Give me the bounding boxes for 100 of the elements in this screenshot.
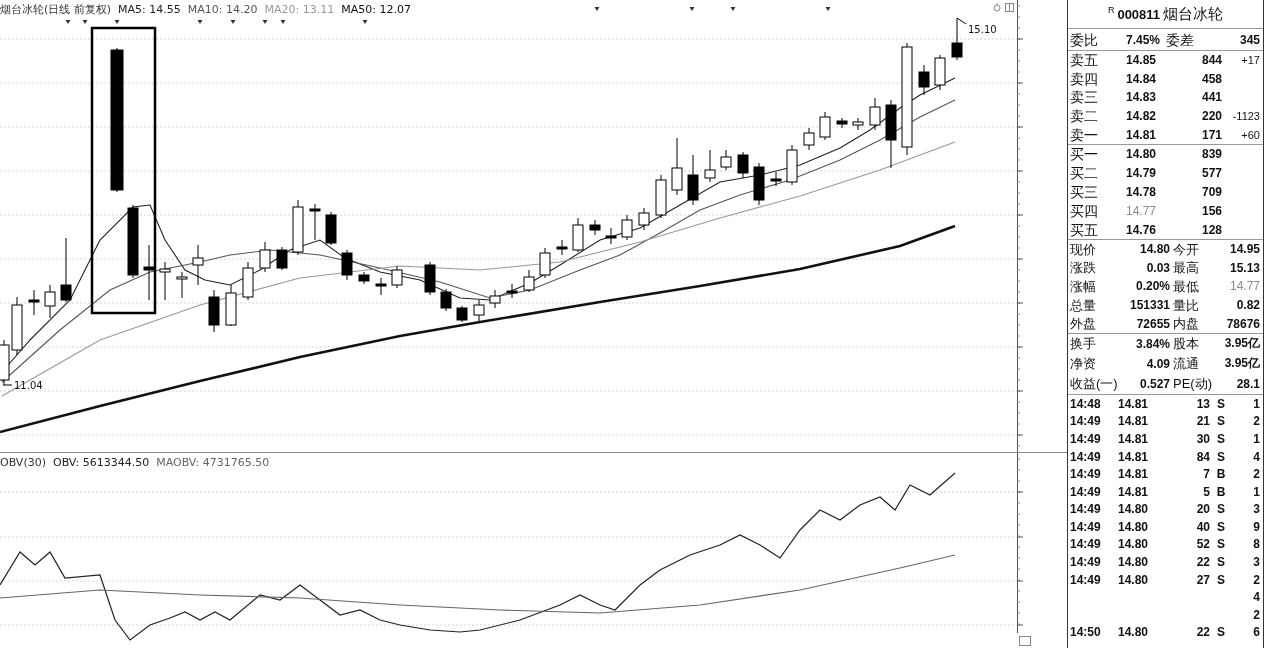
field-value: 14.77 — [1228, 279, 1260, 294]
indicator-title: OBV(30) — [0, 456, 46, 469]
field-label: 最低 — [1172, 279, 1200, 293]
trade-count: 1 — [1252, 484, 1260, 499]
trade-time: 14:49 — [1070, 431, 1102, 446]
trade-count: 3 — [1252, 555, 1260, 570]
trade-count: 4 — [1252, 590, 1260, 605]
candlestick — [589, 219, 601, 236]
candlestick — [292, 199, 304, 256]
trade-price: 14.81 — [1118, 467, 1150, 482]
candlestick — [44, 284, 56, 319]
trade-volume: 30 — [1195, 431, 1210, 446]
candlestick — [28, 289, 40, 316]
event-marker-icon — [362, 20, 368, 24]
order-volume: 171 — [1200, 127, 1222, 142]
field-value: 7.45% — [1126, 32, 1162, 47]
trade-time: 14:49 — [1070, 449, 1102, 464]
trade-side: S — [1216, 572, 1226, 587]
field-label: 涨幅 — [1070, 279, 1097, 293]
candlestick — [456, 305, 468, 323]
field-value: 72655 — [1135, 316, 1170, 331]
trade-time: 14:49 — [1070, 537, 1102, 552]
event-marker-icon — [82, 20, 88, 24]
order-price: 14.85 — [1126, 53, 1158, 68]
moving-average-value: MA20: 13.11 — [264, 3, 335, 16]
leader-line — [2, 384, 13, 386]
leader-line — [956, 17, 967, 25]
square-icon — [1019, 636, 1031, 646]
trade-side: S — [1216, 414, 1226, 429]
candlestick — [572, 217, 584, 253]
candlestick — [424, 261, 436, 296]
candlestick — [60, 237, 72, 303]
stock-code: 000811 — [1117, 6, 1161, 22]
field-value: 345 — [1239, 32, 1260, 47]
field-label: 现价 — [1070, 242, 1097, 256]
trade-price: 14.80 — [1118, 519, 1150, 534]
candlestick — [638, 207, 650, 231]
field-value: 0.82 — [1235, 298, 1260, 313]
trade-side: S — [1216, 431, 1226, 446]
field-value: 14.95 — [1228, 242, 1260, 257]
order-change: +60 — [1240, 128, 1260, 141]
trade-volume: 7 — [1202, 467, 1210, 482]
field-label: 收益(一) — [1070, 377, 1119, 391]
candlestick — [176, 271, 188, 299]
order-level-label: 买三 — [1070, 184, 1099, 199]
price-label: 11.04 — [14, 380, 43, 391]
candlestick — [242, 261, 254, 301]
field-label: 委比 — [1070, 32, 1099, 47]
field-label: 量比 — [1172, 298, 1200, 312]
candlestick — [819, 111, 831, 141]
trade-time: 14:49 — [1070, 414, 1102, 429]
order-level-label: 买四 — [1070, 203, 1099, 218]
order-volume: 458 — [1200, 71, 1222, 86]
trade-time: 14:49 — [1070, 555, 1102, 570]
order-level-label: 买二 — [1070, 166, 1099, 181]
candlestick — [803, 127, 815, 151]
trade-count: 2 — [1252, 607, 1260, 622]
order-volume: 844 — [1200, 53, 1222, 68]
candlestick — [605, 227, 617, 245]
order-price: 14.79 — [1126, 166, 1158, 181]
order-volume: 441 — [1200, 90, 1222, 105]
trade-count: 6 — [1252, 625, 1260, 640]
field-value: 0.20% — [1134, 279, 1170, 294]
order-price: 14.77 — [1126, 203, 1158, 218]
trade-volume: 84 — [1195, 449, 1210, 464]
trade-time: 14:49 — [1070, 519, 1102, 534]
field-label: 净资 — [1070, 357, 1097, 371]
candlestick — [225, 284, 237, 327]
candlestick — [737, 151, 749, 179]
trade-side: B — [1215, 484, 1227, 499]
candlestick — [655, 174, 667, 219]
event-marker-icon — [197, 20, 203, 24]
field-value: 14.80 — [1138, 242, 1170, 257]
ring-icon[interactable] — [993, 3, 1001, 12]
trade-count: 2 — [1252, 467, 1260, 482]
trade-volume: 52 — [1195, 537, 1210, 552]
event-marker-icon — [825, 7, 831, 11]
order-level-label: 买一 — [1070, 147, 1099, 162]
order-level-label: 卖四 — [1070, 71, 1099, 86]
field-label: 涨跌 — [1070, 261, 1097, 275]
moving-average-value: MA50: 12.07 — [341, 3, 411, 16]
candlestick — [159, 261, 171, 301]
candlestick — [523, 269, 535, 293]
trade-price: 14.81 — [1118, 484, 1150, 499]
trade-count: 4 — [1252, 449, 1260, 464]
price-label: 15.10 — [968, 24, 997, 35]
order-price: 14.76 — [1126, 222, 1158, 237]
trade-volume: 21 — [1195, 414, 1210, 429]
square-icon[interactable] — [1005, 3, 1014, 12]
trade-volume: 20 — [1195, 502, 1210, 517]
candlestick — [621, 214, 633, 241]
candlestick — [341, 249, 353, 281]
trade-price: 14.81 — [1118, 396, 1150, 411]
moving-average-value: MA10: 14.20 — [187, 3, 258, 16]
field-label: 流通 — [1172, 357, 1200, 371]
candlestick — [391, 265, 403, 289]
candlestick — [753, 162, 765, 206]
trade-price: 14.81 — [1118, 431, 1150, 446]
candlestick — [506, 283, 518, 299]
candlestick — [687, 154, 699, 206]
